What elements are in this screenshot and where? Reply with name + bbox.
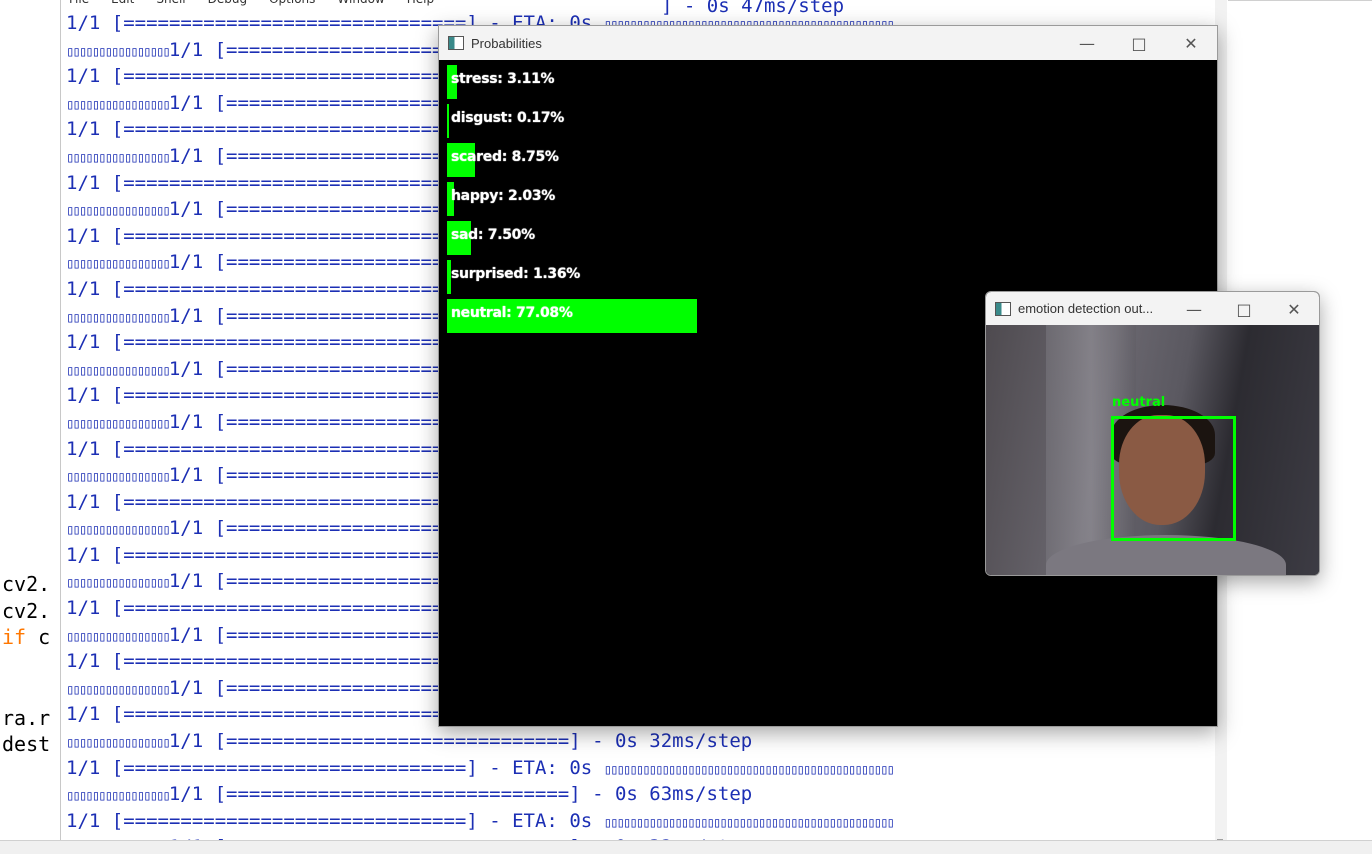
window-title: emotion detection out... bbox=[1018, 301, 1154, 316]
unprintable-glyphs: ▯▯▯▯▯▯▯▯▯▯▯▯▯▯▯▯▯▯▯▯▯▯▯▯▯▯▯▯▯▯▯▯▯▯▯▯▯▯▯▯… bbox=[603, 761, 895, 778]
code-text: ra.r bbox=[2, 706, 51, 730]
code-text: cv2. bbox=[2, 572, 51, 596]
maximize-icon[interactable]: □ bbox=[1113, 26, 1165, 60]
probability-label: disgust: 0.17% bbox=[451, 110, 565, 126]
unprintable-glyphs: ▯▯▯▯▯▯▯▯▯▯▯▯▯▯▯▯ bbox=[66, 575, 171, 592]
progress-text: 1/1 [==============================] - 0… bbox=[168, 730, 753, 753]
unprintable-glyphs: ▯▯▯▯▯▯▯▯▯▯▯▯▯▯▯▯ bbox=[66, 415, 171, 432]
shell-output-line: 1/1 [==============================] - E… bbox=[66, 808, 1216, 835]
probability-label: scared: 8.75% bbox=[451, 149, 559, 165]
menu-item[interactable]: Help bbox=[407, 0, 434, 6]
unprintable-glyphs: ▯▯▯▯▯▯▯▯▯▯▯▯▯▯▯▯ bbox=[66, 681, 171, 698]
code-line: dest bbox=[2, 732, 50, 756]
webcam-frame: neutral bbox=[986, 325, 1319, 575]
background-editor: cv2. cv2. if c ra.r dest bbox=[0, 0, 60, 853]
unprintable-glyphs: ▯▯▯▯▯▯▯▯▯▯▯▯▯▯▯▯ bbox=[66, 309, 171, 326]
emotion-detection-window[interactable]: emotion detection out... — □ ✕ neutral bbox=[985, 291, 1320, 576]
probability-label: surprised: 1.36% bbox=[451, 266, 581, 282]
shell-output-line: ▯▯▯▯▯▯▯▯▯▯▯▯▯▯▯▯1/1 [===================… bbox=[66, 728, 1216, 755]
menu-item[interactable]: Options bbox=[269, 0, 315, 6]
window-app-icon bbox=[995, 301, 1011, 316]
unprintable-glyphs: ▯▯▯▯▯▯▯▯▯▯▯▯▯▯▯▯▯▯▯▯▯▯▯▯▯▯▯▯▯▯▯▯▯▯▯▯▯▯▯▯… bbox=[603, 814, 895, 831]
close-icon[interactable]: ✕ bbox=[1165, 26, 1217, 60]
unprintable-glyphs: ▯▯▯▯▯▯▯▯▯▯▯▯▯▯▯▯ bbox=[66, 735, 171, 752]
probability-label: stress: 3.11% bbox=[451, 71, 555, 87]
code-line: ra.r bbox=[2, 706, 50, 730]
unprintable-glyphs: ▯▯▯▯▯▯▯▯▯▯▯▯▯▯▯▯ bbox=[66, 149, 171, 166]
unprintable-glyphs: ▯▯▯▯▯▯▯▯▯▯▯▯▯▯▯▯ bbox=[66, 96, 171, 113]
maximize-icon[interactable]: □ bbox=[1219, 292, 1269, 326]
menu-item[interactable]: File bbox=[69, 0, 89, 6]
horizontal-scrollbar[interactable] bbox=[0, 840, 1372, 854]
progress-text: 1/1 [==============================] - 0… bbox=[168, 783, 753, 806]
unprintable-glyphs: ▯▯▯▯▯▯▯▯▯▯▯▯▯▯▯▯ bbox=[66, 362, 171, 379]
unprintable-glyphs: ▯▯▯▯▯▯▯▯▯▯▯▯▯▯▯▯ bbox=[66, 522, 171, 539]
code-line: if c bbox=[2, 625, 50, 649]
progress-text: 1/1 [==============================] - E… bbox=[66, 756, 604, 779]
code-line: cv2. bbox=[2, 599, 50, 623]
window-app-icon bbox=[448, 36, 464, 50]
probability-label: happy: 2.03% bbox=[451, 188, 556, 204]
code-text: dest bbox=[2, 732, 51, 756]
code-keyword: if bbox=[2, 625, 27, 649]
unprintable-glyphs: ▯▯▯▯▯▯▯▯▯▯▯▯▯▯▯▯ bbox=[66, 256, 171, 273]
emotion-titlebar[interactable]: emotion detection out... — □ ✕ bbox=[986, 292, 1319, 325]
face-emotion-label: neutral bbox=[1112, 395, 1166, 410]
unprintable-glyphs: ▯▯▯▯▯▯▯▯▯▯▯▯▯▯▯▯ bbox=[66, 788, 171, 805]
progress-text: 1/1 [==============================] - E… bbox=[66, 809, 604, 832]
shell-output-line: ] - 0s 47ms/step bbox=[661, 0, 845, 17]
probability-label: sad: 7.50% bbox=[451, 227, 535, 243]
unprintable-glyphs: ▯▯▯▯▯▯▯▯▯▯▯▯▯▯▯▯ bbox=[66, 628, 171, 645]
unprintable-glyphs: ▯▯▯▯▯▯▯▯▯▯▯▯▯▯▯▯ bbox=[66, 43, 171, 60]
menu-item[interactable]: Edit bbox=[111, 0, 134, 6]
unprintable-glyphs: ▯▯▯▯▯▯▯▯▯▯▯▯▯▯▯▯ bbox=[66, 203, 171, 220]
shell-output-line: 1/1 [==============================] - E… bbox=[66, 755, 1216, 782]
window-title: Probabilities bbox=[471, 35, 542, 51]
menu-item[interactable]: Window bbox=[337, 0, 384, 6]
menu-item[interactable]: Debug bbox=[208, 0, 247, 6]
minimize-icon[interactable]: — bbox=[1061, 26, 1113, 60]
code-line: cv2. bbox=[2, 572, 50, 596]
face-bounding-box bbox=[1111, 416, 1236, 541]
probabilities-titlebar[interactable]: Probabilities — □ ✕ bbox=[439, 26, 1217, 60]
probability-label: neutral: 77.08% bbox=[451, 305, 573, 321]
unprintable-glyphs: ▯▯▯▯▯▯▯▯▯▯▯▯▯▯▯▯ bbox=[66, 469, 171, 486]
menu-item[interactable]: Shell bbox=[156, 0, 185, 6]
close-icon[interactable]: ✕ bbox=[1269, 292, 1319, 326]
probability-bar bbox=[447, 104, 449, 138]
shell-output-line: ▯▯▯▯▯▯▯▯▯▯▯▯▯▯▯▯1/1 [===================… bbox=[66, 781, 1216, 808]
minimize-icon[interactable]: — bbox=[1169, 292, 1219, 326]
code-text: c bbox=[26, 625, 51, 649]
code-text: cv2. bbox=[2, 599, 51, 623]
shell-menubar[interactable]: File Edit Shell Debug Options Window Help bbox=[61, 0, 448, 10]
